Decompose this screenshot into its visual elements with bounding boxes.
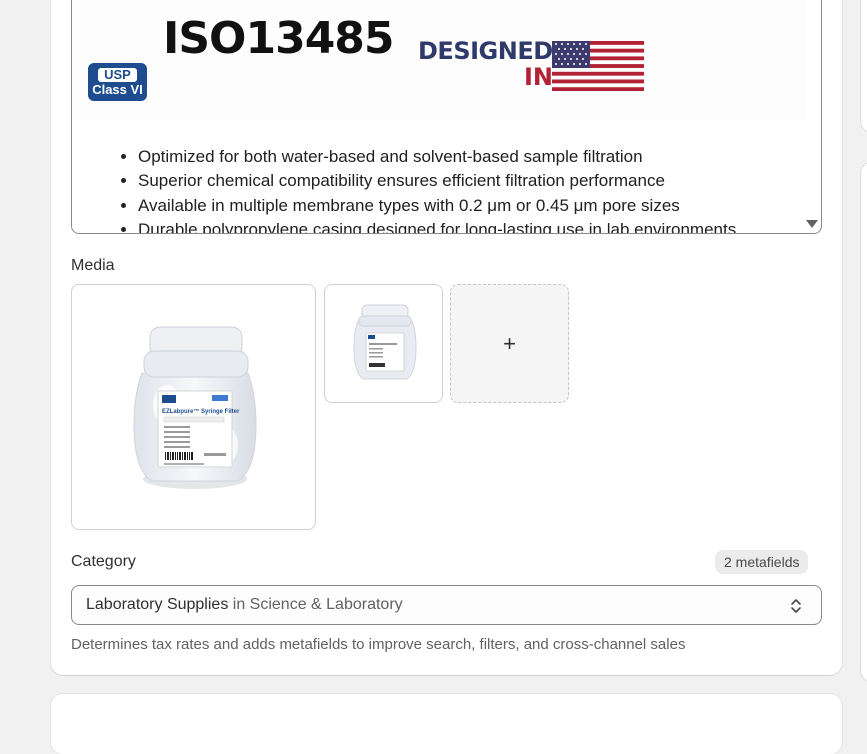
certification-logos: USP Class VI ISO13485 DESIGNED IN bbox=[72, 0, 807, 121]
select-chevron-icon bbox=[791, 599, 801, 613]
product-label-text: EZLabpure™ Syringe Filter bbox=[162, 408, 240, 415]
next-card bbox=[51, 694, 842, 754]
metafields-badge[interactable]: 2 metafields bbox=[715, 550, 809, 574]
iso-13485-logo: ISO13485 bbox=[163, 13, 395, 64]
category-value: Laboratory Supplies bbox=[86, 596, 229, 613]
media-item-secondary[interactable] bbox=[324, 284, 443, 403]
description-content[interactable]: USP Class VI ISO13485 DESIGNED IN • Opti… bbox=[72, 0, 807, 233]
category-select[interactable]: Laboratory Supplies in Science & Laborat… bbox=[71, 585, 822, 625]
category-heading: Category bbox=[71, 553, 136, 570]
list-item: Superior chemical compatibility ensures … bbox=[138, 169, 800, 193]
category-help-text: Determines tax rates and adds metafields… bbox=[71, 636, 686, 653]
feature-list: Optimized for both water-based and solve… bbox=[120, 145, 800, 233]
list-item: Durable polypropylene casing designed fo… bbox=[138, 218, 800, 233]
designed-in-usa-subtext: IN bbox=[524, 63, 554, 91]
usp-logo-subtext: Class VI bbox=[92, 81, 143, 97]
side-card bbox=[861, 0, 867, 133]
list-item: Available in multiple membrane types wit… bbox=[138, 194, 800, 218]
product-image: EZLabpure™ Syringe Filter bbox=[133, 326, 257, 489]
category-parent: in Science & Laboratory bbox=[232, 596, 403, 613]
list-item: Optimized for both water-based and solve… bbox=[138, 145, 800, 169]
add-media-button[interactable]: + bbox=[450, 284, 569, 403]
designed-in-usa-text: DESIGNED bbox=[418, 37, 553, 65]
side-card bbox=[861, 162, 867, 682]
usa-flag-icon bbox=[552, 41, 644, 91]
scroll-down-icon[interactable] bbox=[806, 220, 818, 228]
media-heading: Media bbox=[71, 257, 115, 274]
usp-class-vi-logo: USP Class VI bbox=[88, 63, 147, 101]
product-thumbnail bbox=[353, 304, 417, 380]
media-item-primary[interactable]: EZLabpure™ Syringe Filter bbox=[71, 284, 316, 530]
usp-logo-text: USP bbox=[98, 67, 137, 82]
description-editor[interactable]: USP Class VI ISO13485 DESIGNED IN • Opti… bbox=[71, 0, 822, 234]
